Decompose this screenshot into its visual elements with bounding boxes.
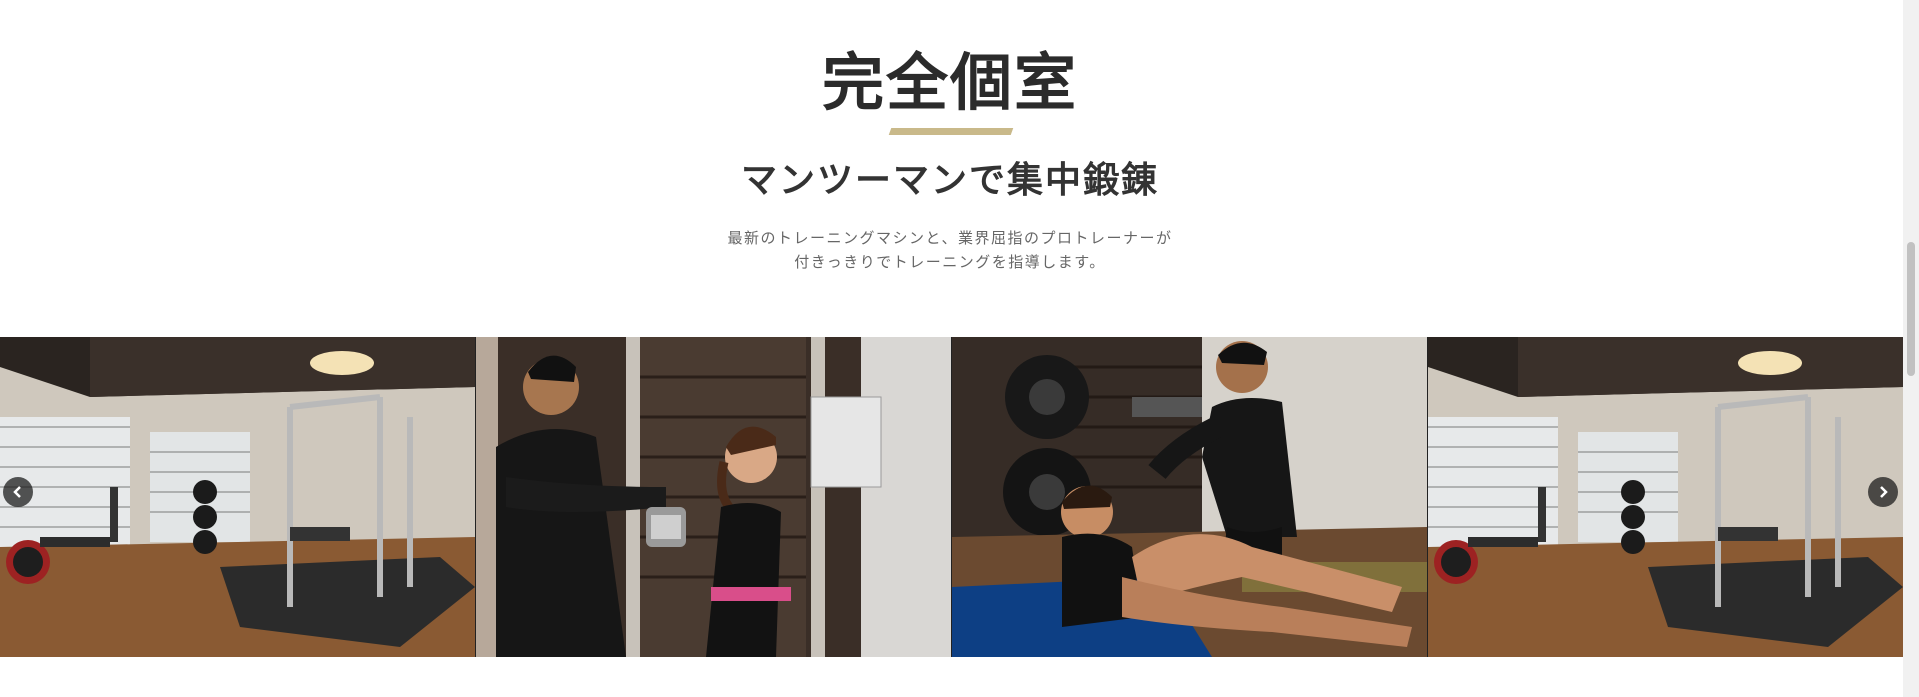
section-title: 完全個室 xyxy=(821,46,1078,119)
slide-gym-room-2[interactable] xyxy=(1428,337,1903,657)
trainer-squat-photo xyxy=(476,337,951,657)
chevron-left-icon xyxy=(13,486,21,498)
section-subtitle: マンツーマンで集中鍛錬 xyxy=(740,160,1159,201)
section-description: 最新のトレーニングマシンと、業界屈指のプロトレーナーが 付きっきりでトレーニング… xyxy=(0,226,1900,274)
slide-gym-room[interactable] xyxy=(0,337,475,657)
chevron-right-icon xyxy=(1880,486,1888,498)
gym-room-photo xyxy=(1428,337,1903,657)
page-scrollbar[interactable] xyxy=(1903,0,1919,697)
title-underline xyxy=(888,128,1014,135)
description-line-2: 付きっきりでトレーニングを指導します。 xyxy=(794,253,1106,271)
slide-trainer-squat[interactable] xyxy=(476,337,951,657)
slide-trainer-situp[interactable] xyxy=(952,337,1427,657)
gym-room-photo xyxy=(0,337,475,657)
slider-prev-button[interactable] xyxy=(3,477,33,507)
trainer-situp-photo xyxy=(952,337,1427,657)
slider-next-button[interactable] xyxy=(1868,477,1898,507)
scrollbar-thumb[interactable] xyxy=(1907,242,1915,376)
page: 完全個室 マンツーマンで集中鍛錬 最新のトレーニングマシンと、業界屈指のプロトレ… xyxy=(0,0,1919,697)
description-line-1: 最新のトレーニングマシンと、業界屈指のプロトレーナーが xyxy=(727,229,1173,247)
image-slider[interactable] xyxy=(0,337,1903,657)
